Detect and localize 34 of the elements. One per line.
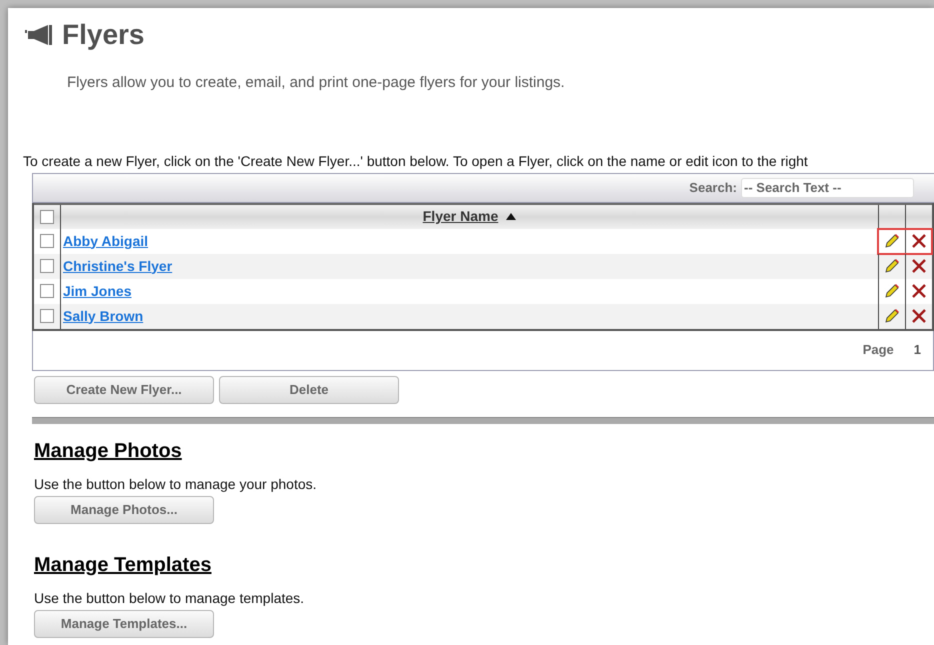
delete-icon[interactable] bbox=[912, 234, 926, 248]
delete-icon[interactable] bbox=[912, 309, 926, 323]
checkbox[interactable] bbox=[40, 309, 54, 323]
action-button[interactable]: Manage Photos... bbox=[34, 496, 214, 524]
checkbox[interactable] bbox=[40, 234, 54, 248]
pencil-icon[interactable] bbox=[885, 284, 899, 298]
flyer-link[interactable]: Sally Brown bbox=[63, 306, 144, 326]
action-button[interactable]: Create New Flyer... bbox=[34, 376, 214, 404]
section-text: Use the button below to manage templates. bbox=[34, 588, 306, 608]
column-header[interactable]: Flyer Name bbox=[422, 206, 498, 227]
section-heading: Manage Photos bbox=[34, 438, 183, 464]
action-button[interactable]: Delete bbox=[219, 376, 399, 404]
search-field[interactable]: -- Search Text -- bbox=[741, 178, 914, 198]
instructions-text: To create a new Flyer, click on the 'Create New Flyer...' button below. To open a Flyer, click on the name or edit icon to the right bbox=[23, 152, 809, 171]
pencil-icon[interactable] bbox=[885, 234, 899, 248]
pencil-icon[interactable] bbox=[885, 259, 899, 273]
megaphone-icon bbox=[25, 25, 52, 45]
page-title: Flyers bbox=[62, 18, 144, 52]
page-description: Flyers allow you to create, email, and print one-page flyers for your listings. bbox=[67, 73, 566, 93]
page-label: Page bbox=[862, 341, 894, 360]
pencil-icon[interactable] bbox=[885, 309, 899, 323]
action-button[interactable]: Manage Templates... bbox=[34, 610, 214, 638]
flyer-link[interactable]: Christine's Flyer bbox=[63, 256, 172, 276]
flyer-link[interactable]: Jim Jones bbox=[63, 280, 132, 302]
checkbox[interactable] bbox=[40, 284, 54, 298]
delete-icon[interactable] bbox=[912, 284, 926, 298]
section-heading: Manage Templates bbox=[34, 552, 212, 578]
flyer-link[interactable]: Abby Abigail bbox=[63, 230, 148, 252]
section-text: Use the button below to manage your photos. bbox=[34, 474, 318, 494]
search-label: Search: bbox=[689, 178, 737, 197]
checkbox[interactable] bbox=[40, 259, 54, 273]
delete-icon[interactable] bbox=[912, 259, 926, 273]
page-number: 1 bbox=[914, 341, 921, 360]
checkbox[interactable] bbox=[40, 210, 54, 224]
